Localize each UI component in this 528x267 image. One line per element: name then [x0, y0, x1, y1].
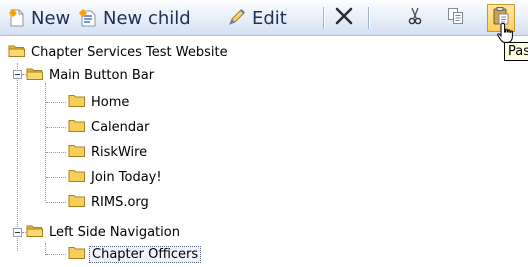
folder-icon	[68, 245, 86, 264]
tree-node-main-button-bar[interactable]: Main Button Bar	[26, 64, 156, 86]
folder-icon	[68, 118, 86, 137]
new-child-button-label: New child	[103, 7, 191, 29]
tree-node-label: Left Side Navigation	[49, 224, 180, 240]
copy-button[interactable]	[443, 5, 469, 31]
tree-node-join-today[interactable]: Join Today!	[68, 166, 164, 188]
collapse-toggle-left-side-navigation[interactable]	[13, 228, 22, 237]
tree-guide-line	[46, 177, 66, 178]
tree-guide-line	[46, 254, 66, 255]
folder-icon	[68, 193, 86, 212]
tree-node-root[interactable]: Chapter Services Test Website	[8, 41, 230, 63]
folder-icon	[68, 168, 86, 187]
tree-node-left-side-navigation[interactable]: Left Side Navigation	[26, 221, 182, 243]
paste-tooltip: Pas	[504, 42, 528, 61]
folder-icon	[68, 93, 86, 112]
tree-guide-line	[46, 102, 66, 103]
tree-guide-line	[46, 202, 66, 203]
tree-node-calendar[interactable]: Calendar	[68, 116, 151, 138]
folder-open-icon	[8, 43, 26, 62]
tree-node-label: Home	[91, 94, 130, 110]
tree-node-label: Main Button Bar	[49, 67, 155, 83]
tree-node-chapter-officers[interactable]: Chapter Officers	[68, 243, 202, 265]
folder-icon	[68, 143, 86, 162]
tree-node-label: Chapter Officers	[89, 245, 202, 263]
close-x-icon	[334, 6, 354, 30]
tree-node-label: Join Today!	[91, 169, 162, 185]
tree-node-home[interactable]: Home	[68, 91, 131, 113]
new-button[interactable]: New	[8, 5, 70, 31]
toolbar-separator	[368, 7, 370, 29]
edit-button[interactable]: Edit	[227, 5, 287, 31]
tree-guide-line	[45, 83, 46, 201]
tree-node-riskwire[interactable]: RiskWire	[68, 141, 149, 163]
tree-node-label: Calendar	[91, 119, 150, 135]
scissors-icon	[407, 7, 423, 29]
edit-pencil-icon	[227, 8, 247, 28]
new-child-icon	[78, 8, 98, 28]
tree-node-label: RIMS.org	[91, 194, 149, 210]
site-tree: Chapter Services Test Website Main Butto…	[0, 40, 480, 267]
toolbar: New New child Edit	[0, 0, 528, 36]
new-button-label: New	[31, 7, 71, 29]
new-child-button[interactable]: New child	[78, 5, 191, 31]
tree-guide-line	[46, 152, 66, 153]
tree-guide-line	[46, 127, 66, 128]
collapse-toggle-main-button-bar[interactable]	[13, 70, 22, 79]
cut-button[interactable]	[402, 5, 428, 31]
tree-node-label: Chapter Services Test Website	[31, 44, 228, 60]
tree-node-label: RiskWire	[91, 144, 148, 160]
tree-guide-line	[17, 63, 18, 251]
copy-icon	[447, 7, 465, 29]
delete-button[interactable]	[331, 5, 357, 31]
folder-open-icon	[26, 223, 44, 242]
folder-open-icon	[26, 66, 44, 85]
tree-node-rims-org[interactable]: RIMS.org	[68, 191, 151, 213]
edit-button-label: Edit	[252, 7, 287, 29]
toolbar-separator	[323, 7, 325, 29]
new-page-icon	[8, 8, 26, 28]
